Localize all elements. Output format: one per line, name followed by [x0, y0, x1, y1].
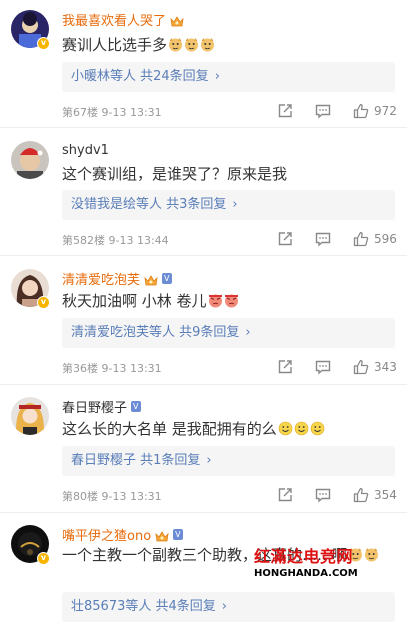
doge-emoji-icon [200, 37, 215, 52]
divider [0, 512, 407, 513]
like-icon[interactable] [352, 486, 370, 504]
comment-text: 这个赛训组，是谁哭了？原来是我 [62, 165, 288, 183]
doge-emoji-icon [168, 37, 183, 52]
crown-icon [144, 272, 158, 285]
comment-text: 秋天加油啊 小林 卷儿 [62, 290, 239, 311]
chevron-right-icon: › [232, 197, 238, 212]
reply-summary-link[interactable]: 清清爱吃泡芙等人 共9条回复 › [62, 318, 395, 348]
grin-emoji-icon [278, 421, 293, 436]
floor-and-time: 第582楼 9-13 13:44 [62, 234, 169, 247]
share-icon[interactable] [276, 486, 294, 504]
comment-icon[interactable] [314, 486, 332, 504]
comment-meta-row: 第582楼 9-13 13:44 596 [62, 230, 397, 248]
fighting-emoji-icon [224, 293, 239, 308]
verified-badge-icon: v [37, 296, 50, 309]
floor-and-time: 第36楼 9-13 13:31 [62, 362, 162, 375]
grin-emoji-icon [310, 421, 325, 436]
watermark-url: HONGHANDA.COM [254, 568, 358, 579]
chevron-right-icon: › [206, 453, 212, 468]
floor-and-time: 第67楼 9-13 13:31 [62, 106, 162, 119]
level-badge-icon: V [131, 400, 141, 412]
reply-summary-text: 没错我是绘等人 共3条回复 [71, 197, 227, 212]
username[interactable]: shydv1 [62, 143, 109, 158]
chevron-right-icon: › [245, 325, 251, 340]
reply-summary-link[interactable]: 壮85673等人 共4条回复 › [62, 592, 395, 622]
level-badge-icon: V [173, 528, 183, 540]
username[interactable]: 清清爱吃泡芙 [62, 269, 140, 288]
verified-badge-icon: v [37, 37, 50, 50]
comment-meta-row: 第67楼 9-13 13:31 972 [62, 102, 397, 120]
share-icon[interactable] [276, 230, 294, 248]
doge-emoji-icon [348, 546, 363, 562]
chevron-right-icon: › [214, 69, 220, 84]
reply-summary-link[interactable]: 没错我是绘等人 共3条回复 › [62, 190, 395, 220]
comment-text-content: 一个主教一个副教三个助教，这真的……啊 [62, 546, 348, 564]
username[interactable]: 嘴平伊之猹ono [62, 525, 151, 544]
divider [0, 384, 407, 385]
reply-summary-text: 壮85673等人 共4条回复 [71, 599, 216, 614]
doge-emoji-icon [184, 37, 199, 52]
like-icon[interactable] [352, 358, 370, 376]
user-avatar[interactable] [11, 141, 49, 179]
comment-icon[interactable] [314, 102, 332, 120]
comment-icon[interactable] [314, 358, 332, 376]
user-avatar[interactable] [11, 397, 49, 435]
level-badge-icon: V [162, 272, 172, 284]
share-icon[interactable] [276, 102, 294, 120]
comment-text-content: 秋天加油啊 小林 卷儿 [62, 292, 207, 310]
divider [0, 255, 407, 256]
comment-meta-row: 第36楼 9-13 13:31 343 [62, 358, 397, 376]
like-icon[interactable] [352, 230, 370, 248]
grin-emoji-icon [294, 421, 309, 436]
reply-summary-text: 春日野樱子 共1条回复 [71, 453, 201, 468]
like-count: 972 [374, 104, 397, 118]
comment-text: 一个主教一个副教三个助教，这真的……啊 [62, 544, 392, 566]
divider [0, 127, 407, 128]
reply-summary-text: 清清爱吃泡芙等人 共9条回复 [71, 325, 240, 340]
like-count: 354 [374, 488, 397, 502]
chevron-right-icon: › [221, 599, 227, 614]
comment-text-content: 这么长的大名单 是我配拥有的么 [62, 420, 277, 438]
share-icon[interactable] [276, 358, 294, 376]
crown-icon [155, 528, 169, 541]
like-count: 343 [374, 360, 397, 374]
doge-emoji-icon [364, 546, 379, 562]
floor-and-time: 第80楼 9-13 13:31 [62, 490, 162, 503]
comment-text-content: 赛训人比选手多 [62, 36, 168, 54]
comment-meta-row: 第80楼 9-13 13:31 354 [62, 486, 397, 504]
reply-summary-text: 小暖林等人 共24条回复 [71, 69, 209, 84]
reply-summary-link[interactable]: 小暖林等人 共24条回复 › [62, 62, 395, 92]
like-icon[interactable] [352, 102, 370, 120]
crown-icon [170, 13, 184, 26]
comment-text: 赛训人比选手多 [62, 34, 215, 55]
reply-summary-link[interactable]: 春日野樱子 共1条回复 › [62, 446, 395, 476]
comment-icon[interactable] [314, 230, 332, 248]
comment-text: 这么长的大名单 是我配拥有的么 [62, 418, 325, 439]
verified-badge-icon: v [37, 552, 50, 565]
username[interactable]: 春日野樱子 [62, 397, 127, 416]
like-count: 596 [374, 232, 397, 246]
fighting-emoji-icon [208, 293, 223, 308]
username[interactable]: 我最喜欢看人哭了 [62, 10, 166, 29]
